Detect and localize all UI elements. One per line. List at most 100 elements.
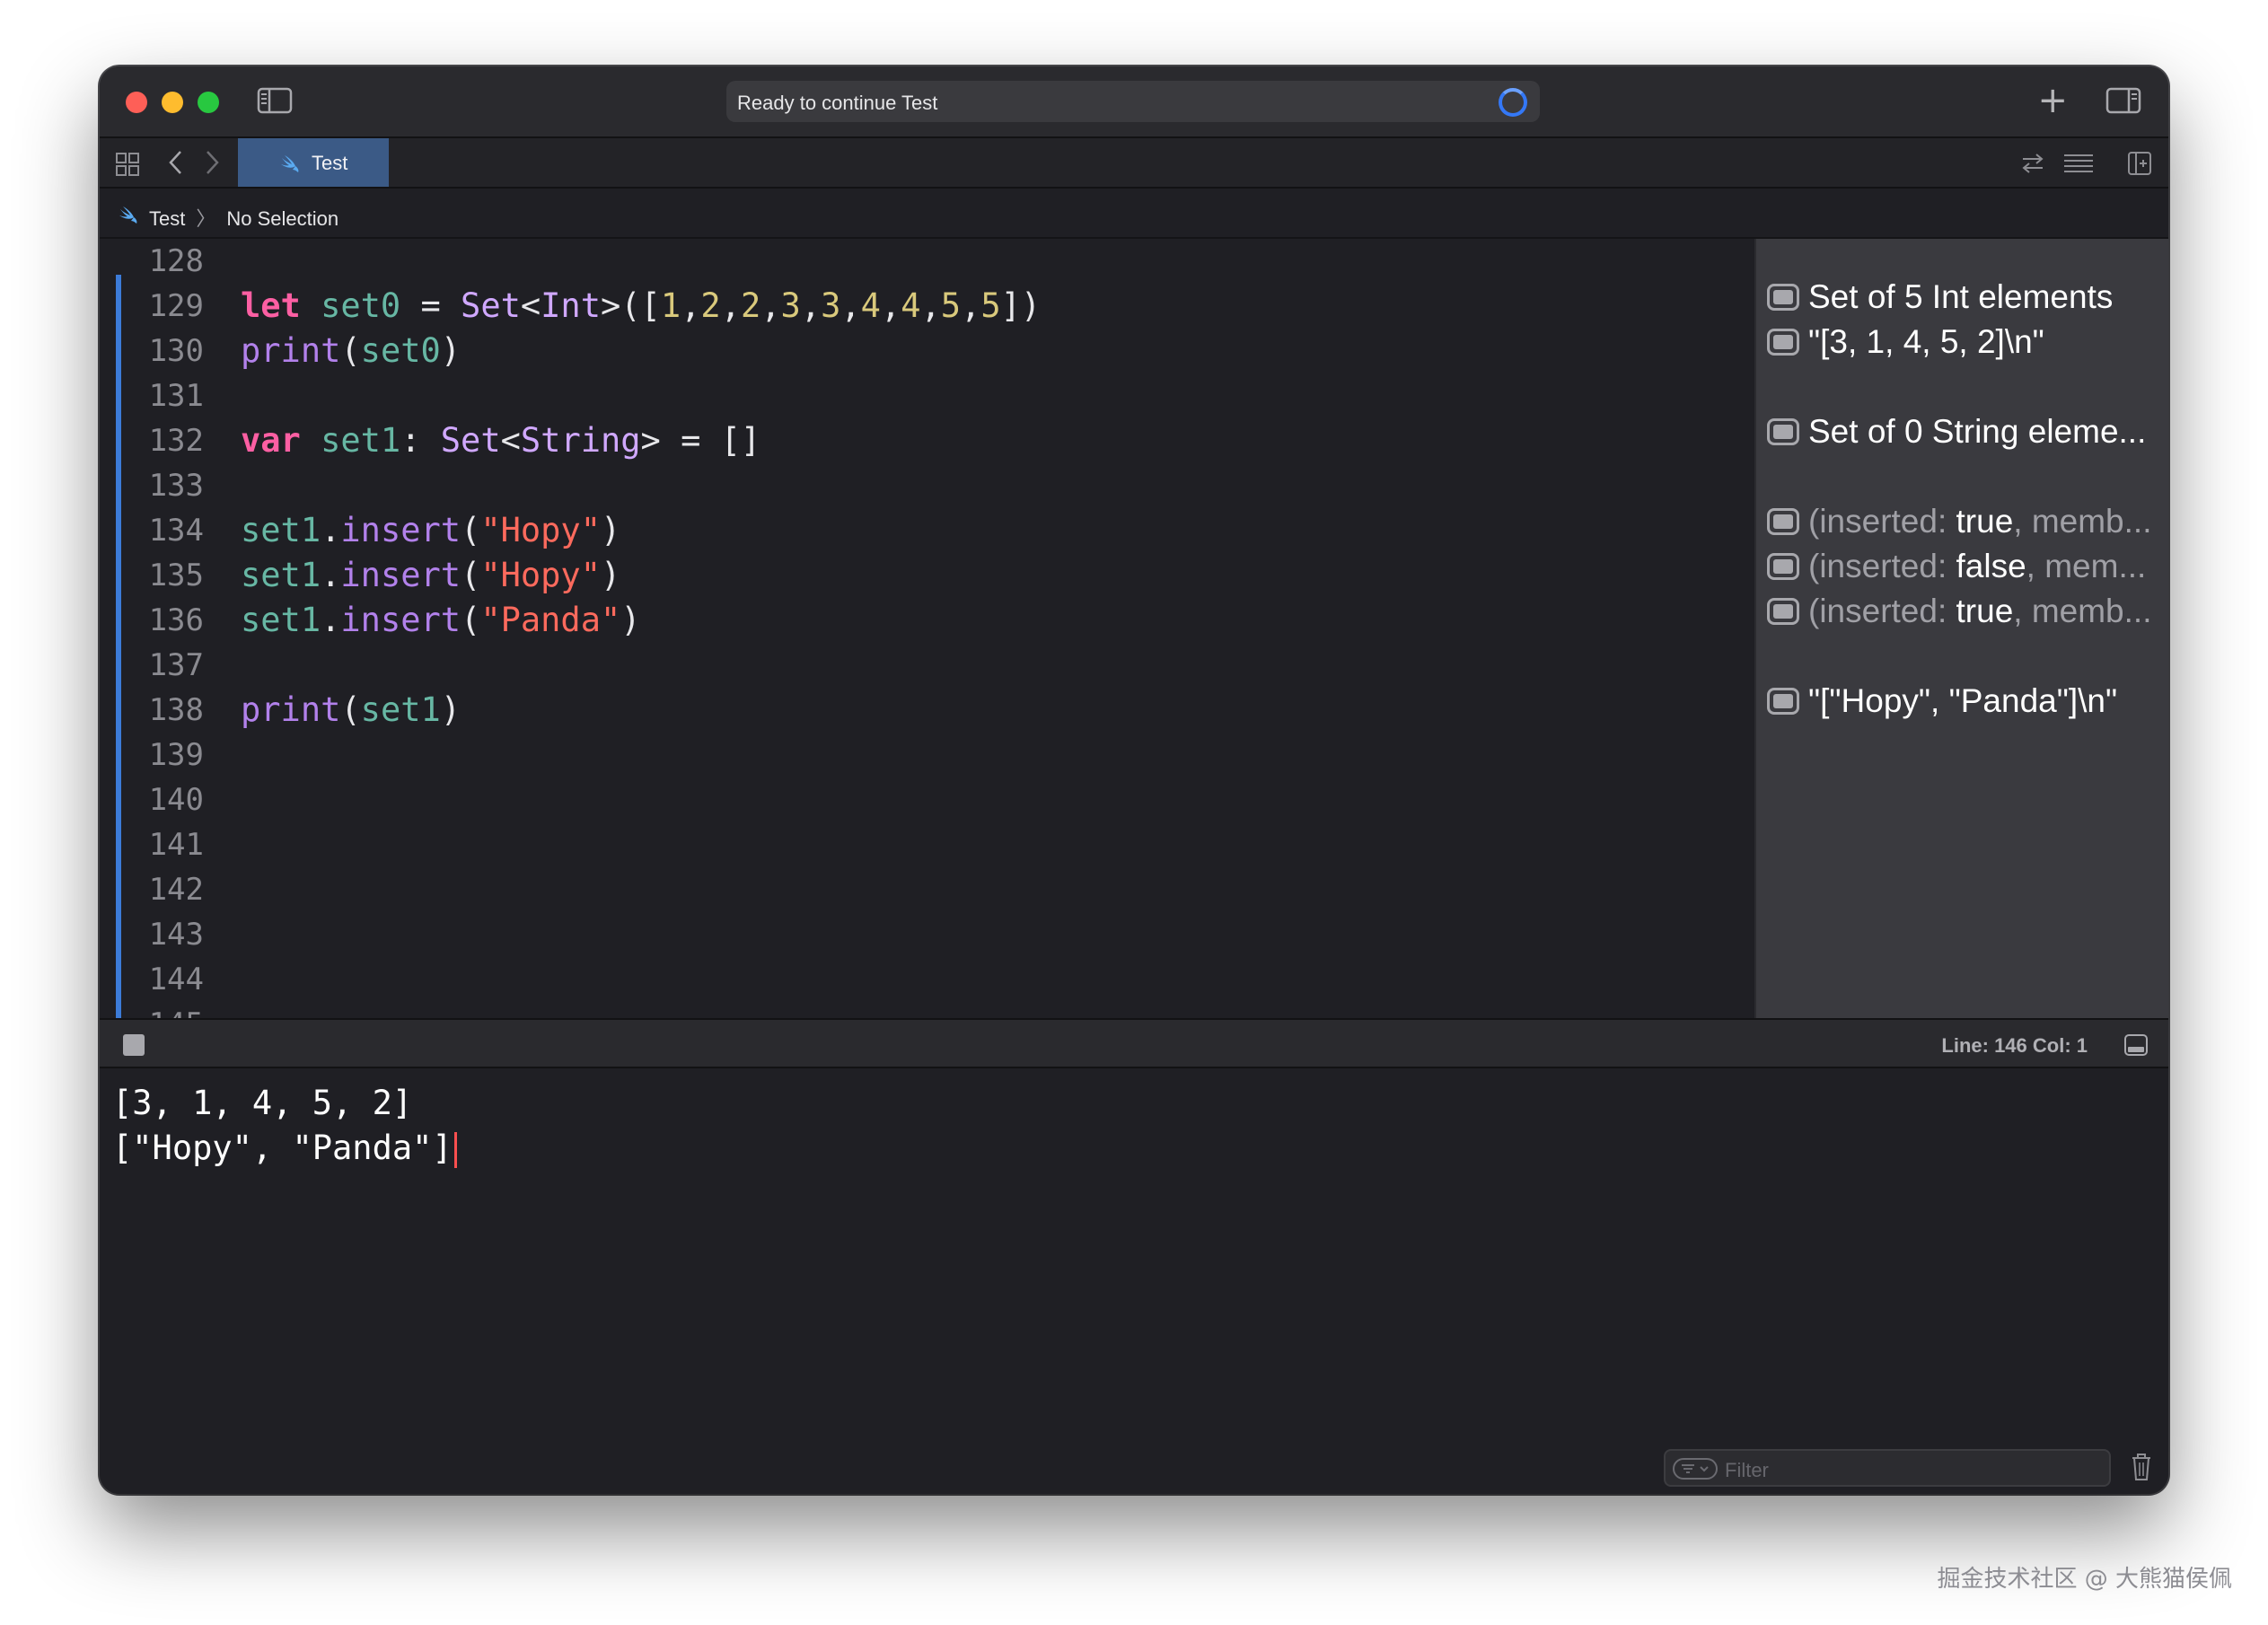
result-row[interactable]: Set of 0 String eleme...	[1767, 409, 2146, 454]
punct: .	[321, 601, 341, 639]
swift-file-icon	[119, 206, 137, 224]
xcode-window: Ready to continue Test + Test Test 〉 No …	[100, 66, 2168, 1494]
zoom-window-button[interactable]	[198, 92, 219, 113]
result-value: "["Hopy", "Panda"]\n"	[1808, 682, 2118, 719]
title-bar: Ready to continue Test +	[100, 66, 2168, 138]
punct: (	[340, 690, 361, 729]
console-area[interactable]: [3, 1, 4, 5, 2] ["Hopy", "Panda"] Filter	[100, 1068, 2168, 1494]
navigator-toggle-icon[interactable]	[257, 86, 293, 115]
line-number: 136	[148, 602, 204, 638]
code-line-129[interactable]: let set0 = Set<Int>([1,2,2,3,3,4,4,5,5])	[241, 284, 1041, 329]
quick-look-icon[interactable]	[1767, 284, 1799, 311]
number-literal: 5	[980, 286, 1001, 325]
result-row[interactable]: "["Hopy", "Panda"]\n"	[1767, 679, 2117, 724]
line-number: 133	[148, 468, 204, 504]
activity-view: Ready to continue Test	[726, 81, 1540, 122]
code-line-131[interactable]	[241, 373, 1041, 418]
inspector-toggle-icon[interactable]	[2105, 86, 2141, 115]
stop-icon[interactable]	[123, 1034, 145, 1056]
tab-test[interactable]: Test	[238, 138, 389, 187]
breadcrumb-project[interactable]: Test	[149, 207, 185, 230]
breadcrumb: Test 〉 No Selection	[149, 203, 338, 232]
code-line-138[interactable]: print(set1)	[241, 688, 1041, 733]
punct: <	[520, 286, 541, 325]
console-filter-field[interactable]: Filter	[1664, 1449, 2111, 1487]
filter-placeholder: Filter	[1725, 1459, 1769, 1481]
line-number: 143	[148, 917, 204, 953]
punct: (	[340, 331, 361, 370]
result-row[interactable]: (inserted: true, memb...	[1767, 499, 2151, 544]
filter-icon[interactable]	[1673, 1458, 1718, 1480]
line-number: 141	[148, 827, 204, 863]
code-line-134[interactable]: set1.insert("Hopy")	[241, 508, 1041, 553]
type-name: Set	[440, 421, 501, 460]
line-number: 129	[148, 288, 204, 324]
number-literal: 2	[700, 286, 721, 325]
punct: )	[440, 331, 462, 370]
close-window-button[interactable]	[126, 92, 147, 113]
quick-look-icon[interactable]	[1767, 508, 1799, 535]
number-literal: 2	[740, 286, 761, 325]
punct: )	[440, 690, 462, 729]
comma: ,	[760, 286, 781, 325]
punct: :	[400, 421, 441, 460]
forward-chevron-icon[interactable]	[202, 149, 222, 176]
editor-options-lines-icon[interactable]	[2062, 151, 2095, 178]
code-line-135[interactable]: set1.insert("Hopy")	[241, 553, 1041, 598]
quick-look-icon[interactable]	[1767, 553, 1799, 580]
punct: <	[500, 421, 521, 460]
punct: > = []	[640, 421, 761, 460]
result-row[interactable]: (inserted: true, memb...	[1767, 589, 2151, 634]
result-row[interactable]: "[3, 1, 4, 5, 2]\n"	[1767, 320, 2044, 365]
line-number: 137	[148, 647, 204, 683]
trash-icon[interactable]	[2131, 1453, 2152, 1481]
back-chevron-icon[interactable]	[166, 149, 186, 176]
result-prefix: (inserted:	[1808, 593, 1956, 629]
result-row[interactable]: (inserted: false, mem...	[1767, 544, 2146, 589]
minimize-window-button[interactable]	[162, 92, 183, 113]
quick-look-icon[interactable]	[1767, 329, 1799, 356]
related-items-grid-icon[interactable]	[116, 153, 139, 176]
code-line-133[interactable]	[241, 463, 1041, 508]
code-area[interactable]: let set0 = Set<Int>([1,2,2,3,3,4,4,5,5])…	[241, 239, 1041, 733]
quick-look-icon[interactable]	[1767, 598, 1799, 625]
string-literal: "Panda"	[480, 601, 621, 639]
punct: >([	[600, 286, 661, 325]
console-line: [3, 1, 4, 5, 2]	[112, 1084, 413, 1122]
add-library-button[interactable]: +	[2037, 83, 2068, 119]
line-number-gutter: 128 129 130 131 132 133 134 135 136 137 …	[132, 239, 204, 1018]
code-line-130[interactable]: print(set0)	[241, 329, 1041, 373]
console-toggle-icon[interactable]	[2123, 1032, 2149, 1058]
console-output[interactable]: [3, 1, 4, 5, 2] ["Hopy", "Panda"]	[112, 1081, 457, 1171]
watermark: 掘金技术社区 @ 大熊猫侯佩	[1937, 1566, 2232, 1593]
result-row[interactable]: Set of 5 Int elements	[1767, 275, 2113, 320]
line-number: 128	[148, 243, 204, 279]
swap-arrows-icon[interactable]	[2019, 151, 2046, 176]
result-prefix: (inserted:	[1808, 548, 1956, 584]
comma: ,	[681, 286, 701, 325]
source-editor[interactable]: 128 129 130 131 132 133 134 135 136 137 …	[100, 239, 1754, 1018]
comma: ,	[720, 286, 741, 325]
debug-bar: Line: 146 Col: 1	[100, 1018, 2168, 1068]
number-literal: 4	[901, 286, 921, 325]
code-line-128[interactable]	[241, 239, 1041, 284]
identifier: set1	[241, 511, 321, 549]
quick-look-icon[interactable]	[1767, 418, 1799, 445]
add-editor-icon[interactable]	[2127, 151, 2152, 176]
comma: ,	[920, 286, 941, 325]
identifier: set1	[241, 556, 321, 594]
breadcrumb-selection[interactable]: No Selection	[226, 207, 338, 230]
line-number: 145	[132, 1002, 204, 1018]
result-value: (inserted: false, mem...	[1808, 548, 2146, 585]
type-name: String	[520, 421, 641, 460]
code-line-132[interactable]: var set1: Set<String> = []	[241, 418, 1041, 463]
result-value: Set of 0 String eleme...	[1808, 413, 2147, 450]
identifier: set0	[360, 331, 441, 370]
line-number: 144	[148, 962, 204, 997]
result-value: (inserted: true, memb...	[1808, 593, 2151, 630]
code-line-136[interactable]: set1.insert("Panda")	[241, 598, 1041, 643]
code-line-137[interactable]	[241, 643, 1041, 688]
quick-look-icon[interactable]	[1767, 688, 1799, 715]
change-indicator-bar	[116, 275, 121, 1018]
type-name: Set	[461, 286, 521, 325]
